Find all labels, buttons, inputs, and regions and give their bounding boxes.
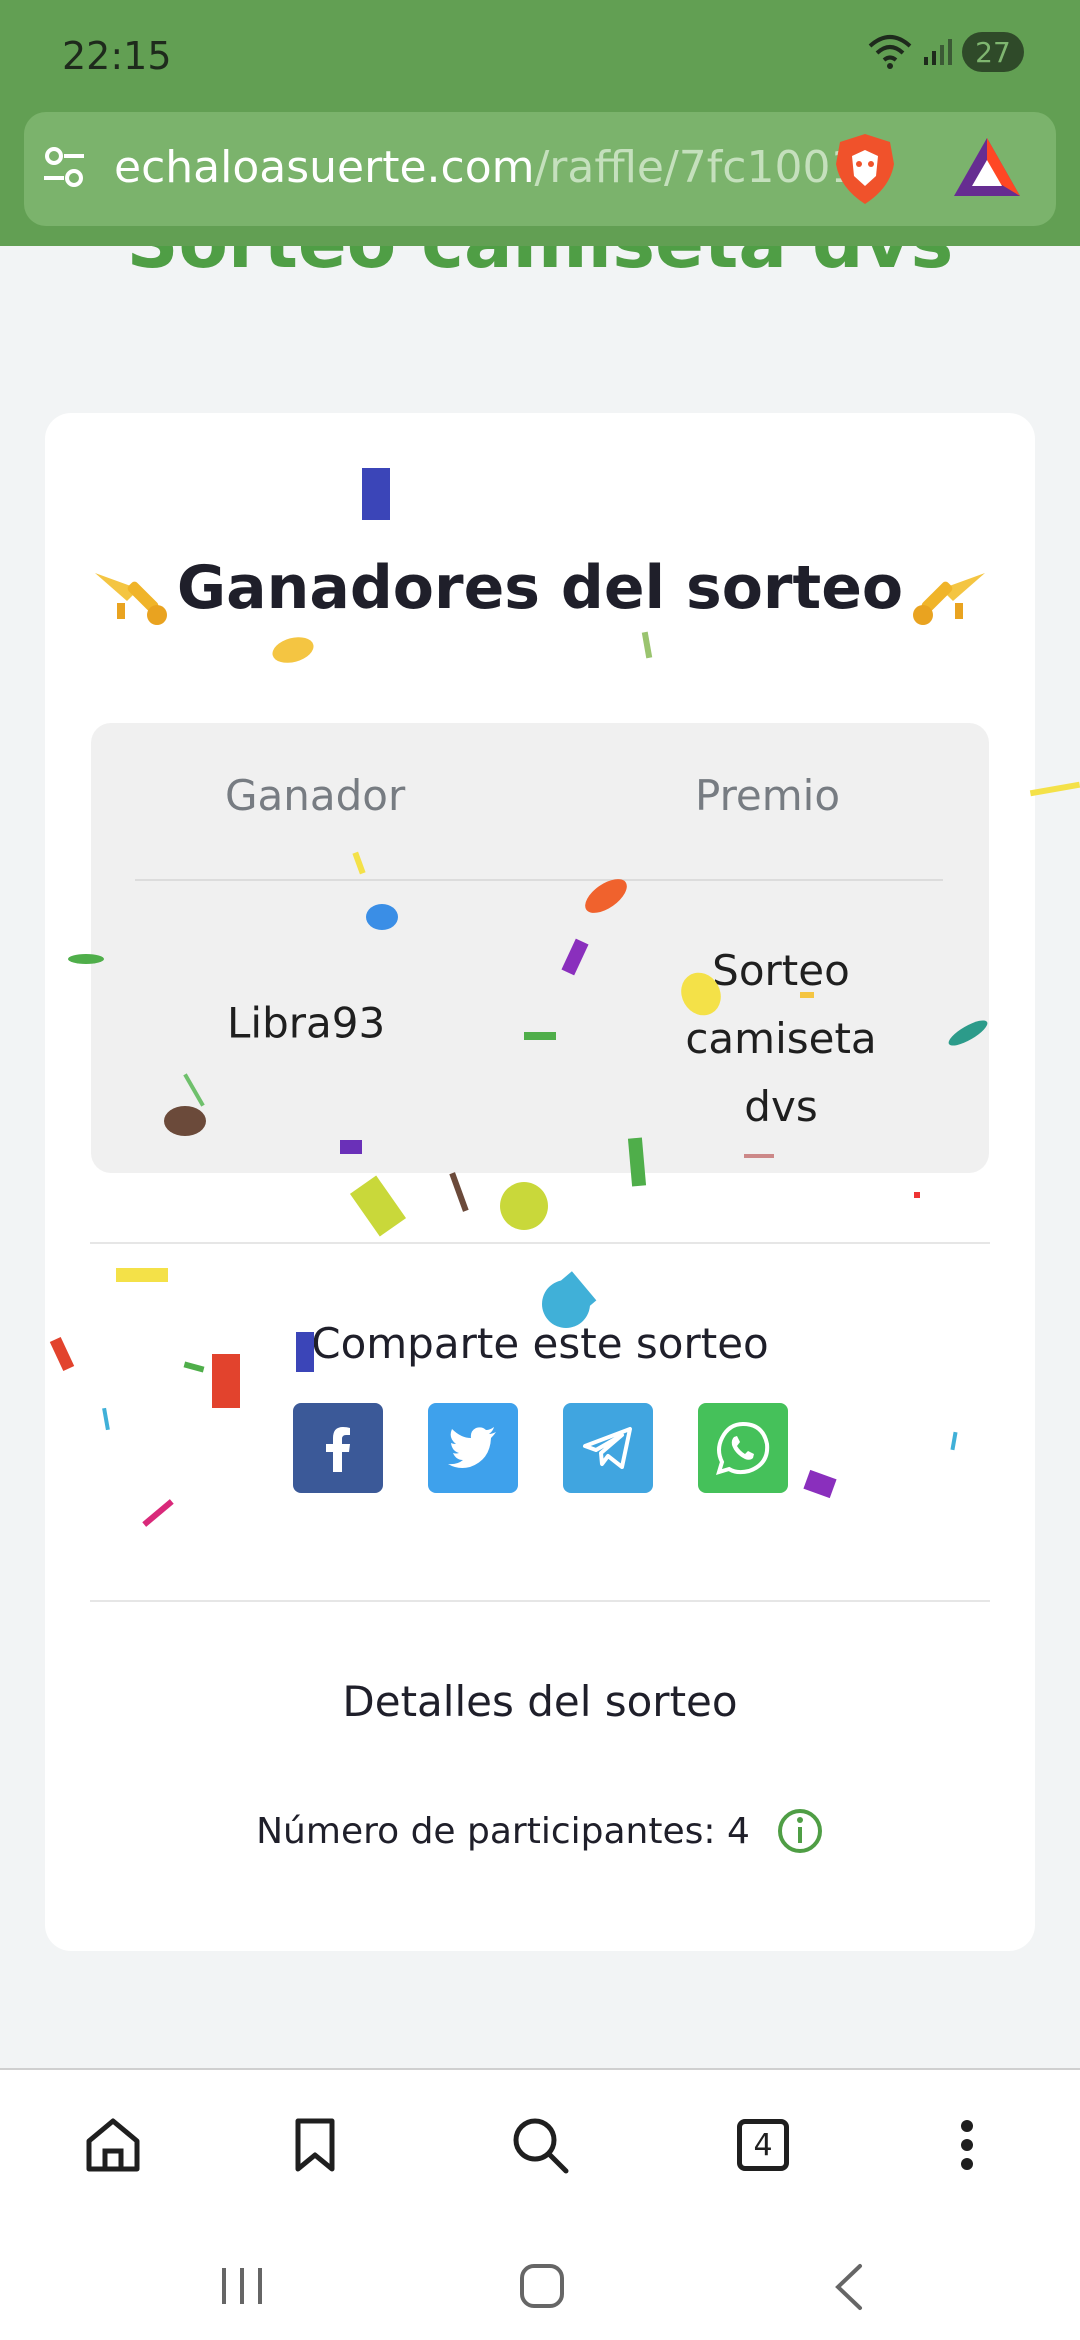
url-path: /raffle/7fc1001 xyxy=(534,142,859,193)
home-icon xyxy=(86,2118,140,2172)
divider xyxy=(90,1242,990,1244)
confetti-piece xyxy=(340,1140,362,1154)
telegram-icon xyxy=(583,1427,632,1469)
confetti-piece xyxy=(524,1032,556,1040)
winners-table: Ganador Premio Libra93 Sorteo camiseta d… xyxy=(91,723,989,1173)
info-icon[interactable] xyxy=(776,1807,824,1855)
browser-top-bar: 22:15 27 echaloasuerte.com/raffle/7fc100… xyxy=(0,0,1080,246)
confetti-piece xyxy=(1029,781,1080,797)
url-bar[interactable]: echaloasuerte.com/raffle/7fc1001 xyxy=(24,112,1056,226)
brave-shield-icon[interactable] xyxy=(832,132,898,206)
prize-name: Sorteo camiseta dvs xyxy=(685,946,877,1131)
confetti-piece xyxy=(800,992,814,998)
facebook-icon xyxy=(326,1427,350,1472)
more-vert-icon xyxy=(961,2120,973,2170)
share-telegram-button[interactable] xyxy=(563,1403,653,1493)
column-header-prize: Premio xyxy=(695,771,841,820)
details-title: Detalles del sorteo xyxy=(342,1677,738,1726)
twitter-icon xyxy=(448,1427,496,1468)
table-divider xyxy=(135,879,943,881)
battery-indicator: 27 xyxy=(962,32,1024,72)
system-nav-bar xyxy=(0,2218,1080,2340)
wifi-icon xyxy=(868,35,912,69)
search-icon xyxy=(513,2118,569,2174)
status-time: 22:15 xyxy=(62,34,172,78)
tabs-count: 4 xyxy=(737,2119,789,2171)
site-settings-icon[interactable] xyxy=(40,142,90,192)
confetti-piece xyxy=(914,1192,920,1198)
confetti-piece xyxy=(366,904,398,930)
browser-bottom-nav: 4 xyxy=(0,2068,1080,2220)
url-text[interactable]: echaloasuerte.com/raffle/7fc1001 xyxy=(114,142,858,193)
home-nav-icon[interactable] xyxy=(518,2262,566,2310)
url-domain: echaloasuerte.com xyxy=(114,142,535,193)
status-icons: 27 xyxy=(868,32,1024,72)
confetti-piece xyxy=(362,468,390,520)
share-title: Comparte este sorteo xyxy=(311,1319,769,1368)
share-facebook-button[interactable] xyxy=(293,1403,383,1493)
confetti-piece xyxy=(68,954,104,964)
share-twitter-button[interactable] xyxy=(428,1403,518,1493)
search-button[interactable] xyxy=(505,2110,575,2180)
winner-name: Libra93 xyxy=(227,998,386,1048)
confetti-piece xyxy=(744,1154,774,1158)
trumpet-icon xyxy=(94,573,167,625)
back-icon[interactable] xyxy=(830,2262,866,2312)
confetti-piece xyxy=(164,1106,206,1136)
share-buttons xyxy=(293,1403,788,1493)
divider xyxy=(90,1600,990,1602)
whatsapp-icon xyxy=(716,1421,770,1475)
confetti-piece xyxy=(296,1332,314,1372)
participants-row: Número de participantes: 4 xyxy=(45,1807,1035,1855)
bookmark-icon xyxy=(295,2118,335,2172)
column-header-winner: Ganador xyxy=(225,771,406,820)
recents-icon[interactable] xyxy=(218,2266,266,2306)
raffle-result-card: Ganadores del sorteo Ganador Premio Libr… xyxy=(45,413,1035,1951)
winners-title: Ganadores del sorteo xyxy=(176,553,904,623)
trumpet-icon xyxy=(913,573,986,625)
menu-button[interactable] xyxy=(932,2110,1002,2180)
participants-count: Número de participantes: 4 xyxy=(256,1810,750,1852)
bat-rewards-icon[interactable] xyxy=(952,136,1022,198)
signal-icon xyxy=(924,39,952,65)
bookmarks-button[interactable] xyxy=(280,2110,350,2180)
tabs-button[interactable]: 4 xyxy=(728,2110,798,2180)
share-whatsapp-button[interactable] xyxy=(698,1403,788,1493)
home-button[interactable] xyxy=(78,2110,148,2180)
winners-title-row: Ganadores del sorteo xyxy=(45,543,1035,633)
confetti-piece xyxy=(212,1354,240,1408)
confetti-piece xyxy=(500,1182,548,1230)
confetti-piece xyxy=(116,1268,168,1282)
